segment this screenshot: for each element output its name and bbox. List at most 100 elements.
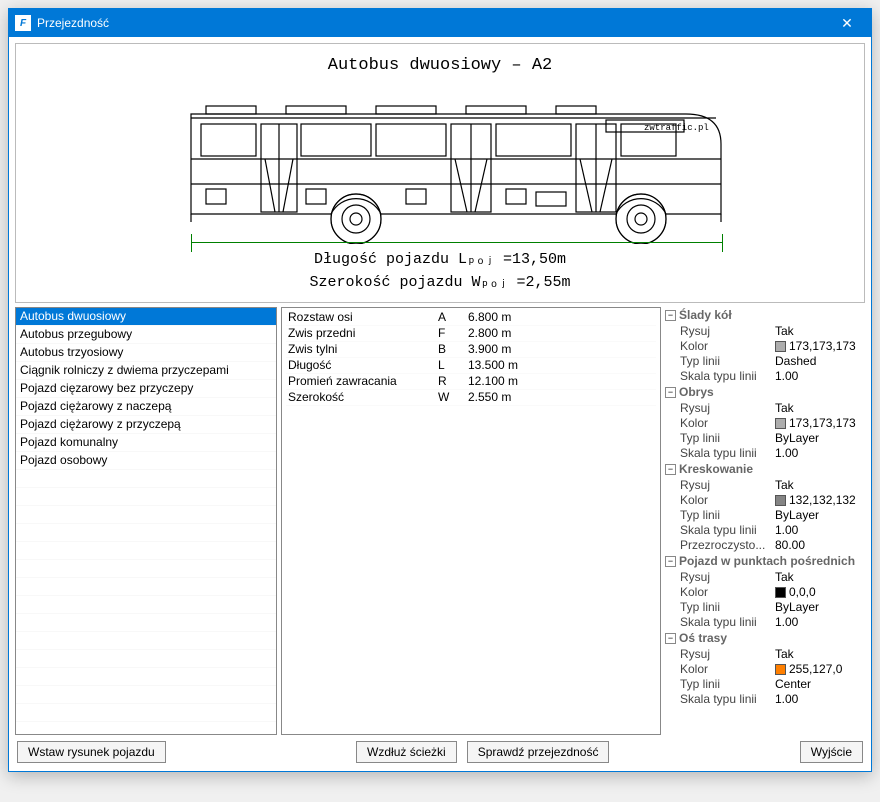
exit-button[interactable]: Wyjście — [800, 741, 863, 763]
property-row[interactable]: Typ liniiByLayer — [665, 508, 865, 523]
collapse-icon[interactable]: − — [665, 633, 676, 644]
collapse-icon[interactable]: − — [665, 387, 676, 398]
property-row[interactable]: Kolor 0,0,0 — [665, 585, 865, 600]
color-swatch — [775, 587, 786, 598]
along-path-button[interactable]: Wzdłuż ścieżki — [356, 741, 457, 763]
property-value: 173,173,173 — [789, 339, 856, 354]
property-group-header[interactable]: −Kreskowanie — [665, 461, 865, 478]
property-row[interactable]: Skala typu linii1.00 — [665, 615, 865, 630]
property-row[interactable]: Skala typu linii1.00 — [665, 369, 865, 384]
bus-drawing: zwtraffic.pl — [176, 84, 736, 244]
check-driveability-button[interactable]: Sprawdź przejezdność — [467, 741, 610, 763]
color-swatch — [775, 418, 786, 429]
property-key: Rysuj — [680, 647, 775, 662]
close-button[interactable]: ✕ — [827, 9, 867, 37]
property-key: Typ linii — [680, 508, 775, 523]
footer-buttons: Wstaw rysunek pojazdu Wzdłuż ścieżki Spr… — [15, 735, 865, 765]
property-row[interactable]: Kolor255,127,0 — [665, 662, 865, 677]
property-key: Skala typu linii — [680, 615, 775, 630]
property-row[interactable]: Kolor132,132,132 — [665, 493, 865, 508]
property-group-header[interactable]: −Ślady kół — [665, 307, 865, 324]
param-code: F — [438, 326, 468, 341]
color-swatch — [775, 341, 786, 352]
property-row[interactable]: Przezroczysto...80.00 — [665, 538, 865, 553]
property-key: Skala typu linii — [680, 446, 775, 461]
property-row[interactable]: RysujTak — [665, 324, 865, 339]
dialog-window: F Przejezdność ✕ Autobus dwuosiowy – A2 — [8, 8, 872, 772]
list-empty-row — [16, 650, 276, 668]
content-area: Autobus dwuosiowy – A2 — [9, 37, 871, 771]
list-empty-row — [16, 632, 276, 650]
vehicle-list-item[interactable]: Pojazd ciężarowy z naczepą — [16, 398, 276, 416]
property-value: Tak — [775, 647, 794, 662]
param-code: L — [438, 358, 468, 373]
property-value: 0,0,0 — [789, 585, 816, 600]
titlebar[interactable]: F Przejezdność ✕ — [9, 9, 871, 37]
property-value: 1.00 — [775, 446, 798, 461]
vehicle-list-item[interactable]: Pojazd cięzarowy bez przyczepy — [16, 380, 276, 398]
param-value: 2.800 m — [468, 326, 511, 341]
property-value: ByLayer — [775, 508, 819, 523]
vehicle-list-item[interactable]: Autobus trzyosiowy — [16, 344, 276, 362]
property-key: Rysuj — [680, 401, 775, 416]
properties-panel: −Ślady kółRysujTakKolor173,173,173Typ li… — [665, 307, 865, 735]
param-code: W — [438, 390, 468, 405]
property-row[interactable]: Typ liniiDashed — [665, 354, 865, 369]
param-code: A — [438, 310, 468, 325]
property-group-header[interactable]: −Pojazd w punktach pośrednich — [665, 553, 865, 570]
vehicle-listbox[interactable]: Autobus dwuosiowyAutobus przegubowyAutob… — [15, 307, 277, 735]
collapse-icon[interactable]: − — [665, 556, 676, 567]
param-name: Rozstaw osi — [288, 310, 438, 325]
collapse-icon[interactable]: − — [665, 310, 676, 321]
property-key: Rysuj — [680, 324, 775, 339]
property-row[interactable]: Kolor173,173,173 — [665, 339, 865, 354]
param-code: R — [438, 374, 468, 389]
property-key: Kolor — [680, 416, 775, 431]
property-value: Center — [775, 677, 811, 692]
property-row[interactable]: Typ liniiCenter — [665, 677, 865, 692]
property-value: 1.00 — [775, 523, 798, 538]
property-row[interactable]: Skala typu linii1.00 — [665, 523, 865, 538]
property-row[interactable]: Kolor 173,173,173 — [665, 416, 865, 431]
property-row[interactable]: RysujTak — [665, 401, 865, 416]
property-group-header[interactable]: −Obrys — [665, 384, 865, 401]
property-group-header[interactable]: −Oś trasy — [665, 630, 865, 647]
property-key: Typ linii — [680, 677, 775, 692]
property-value: 173,173,173 — [789, 416, 856, 431]
watermark: zwtraffic.pl — [644, 123, 709, 133]
property-group-title: Ślady kół — [679, 308, 732, 323]
vehicle-list-item[interactable]: Autobus przegubowy — [16, 326, 276, 344]
property-value: Tak — [775, 324, 794, 339]
vehicle-list-item[interactable]: Pojazd osobowy — [16, 452, 276, 470]
dimension-line — [191, 242, 723, 243]
param-row: Promień zawracaniaR12.100 m — [286, 374, 656, 390]
vehicle-list-item[interactable]: Autobus dwuosiowy — [16, 308, 276, 326]
property-row[interactable]: Skala typu linii1.00 — [665, 692, 865, 707]
property-row[interactable]: Typ liniiByLayer — [665, 431, 865, 446]
property-row[interactable]: Skala typu linii1.00 — [665, 446, 865, 461]
params-panel: Rozstaw osiA6.800 mZwis przedniF2.800 mZ… — [281, 307, 661, 735]
param-name: Szerokość — [288, 390, 438, 405]
property-row[interactable]: RysujTak — [665, 647, 865, 662]
param-value: 2.550 m — [468, 390, 511, 405]
vehicle-list-item[interactable]: Pojazd komunalny — [16, 434, 276, 452]
property-key: Skala typu linii — [680, 692, 775, 707]
list-empty-row — [16, 470, 276, 488]
property-row[interactable]: RysujTak — [665, 478, 865, 493]
vehicle-list-item[interactable]: Ciągnik rolniczy z dwiema przyczepami — [16, 362, 276, 380]
property-key: Rysuj — [680, 570, 775, 585]
list-empty-row — [16, 524, 276, 542]
property-row[interactable]: Typ liniiByLayer — [665, 600, 865, 615]
property-value: Tak — [775, 401, 794, 416]
property-value: 132,132,132 — [789, 493, 856, 508]
list-empty-row — [16, 560, 276, 578]
property-key: Skala typu linii — [680, 523, 775, 538]
property-value: 255,127,0 — [789, 662, 842, 677]
drawing-preview: Autobus dwuosiowy – A2 — [15, 43, 865, 303]
property-value: 1.00 — [775, 615, 798, 630]
collapse-icon[interactable]: − — [665, 464, 676, 475]
insert-drawing-button[interactable]: Wstaw rysunek pojazdu — [17, 741, 166, 763]
vehicle-list-item[interactable]: Pojazd ciężarowy z przyczepą — [16, 416, 276, 434]
property-key: Kolor — [680, 585, 775, 600]
property-row[interactable]: RysujTak — [665, 570, 865, 585]
